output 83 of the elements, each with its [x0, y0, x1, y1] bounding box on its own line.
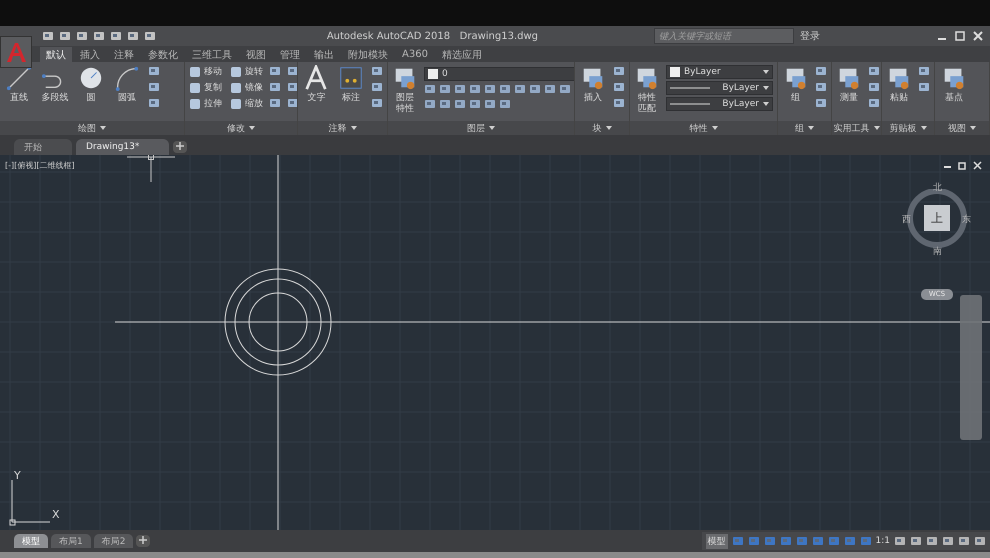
- app-logo[interactable]: [0, 36, 32, 68]
- viewport-label[interactable]: [-][俯视][二维线框]: [5, 160, 75, 171]
- caret-icon[interactable]: [920, 126, 926, 130]
- ribbon-tab[interactable]: 三维工具: [186, 47, 238, 62]
- panel-title[interactable]: 块: [592, 122, 602, 134]
- caret-icon[interactable]: [970, 126, 976, 130]
- restore-icon[interactable]: [958, 161, 967, 170]
- maximize-icon[interactable]: [954, 30, 966, 42]
- property-dropdown[interactable]: ByLayer: [666, 97, 773, 111]
- compass-label[interactable]: 西: [902, 213, 911, 226]
- compass-label[interactable]: 北: [933, 181, 942, 194]
- ribbon-tool-button[interactable]: 缩放: [230, 97, 263, 110]
- document-tab[interactable]: 开始: [14, 139, 72, 155]
- panel-title[interactable]: 特性: [690, 122, 708, 134]
- axis-label: X: [52, 508, 60, 521]
- ribbon-tab[interactable]: 精选应用: [436, 47, 488, 62]
- ribbon-tool-button[interactable]: 组: [782, 65, 809, 104]
- ribbon-tab[interactable]: A360: [396, 47, 434, 62]
- ribbon-tool-button[interactable]: 文字: [302, 65, 330, 104]
- document-tab[interactable]: Drawing13*: [76, 139, 170, 155]
- ribbon-tool-button[interactable]: 标注: [336, 65, 365, 104]
- ribbon-tool-button[interactable]: 移动: [189, 65, 222, 78]
- ribbon-tool-button[interactable]: 直线: [4, 65, 34, 104]
- ribbon-tab[interactable]: 管理: [274, 47, 306, 62]
- close-icon[interactable]: [973, 161, 982, 170]
- layout-tab[interactable]: 模型: [14, 534, 48, 548]
- panel-title[interactable]: 组: [795, 122, 804, 134]
- ribbon-tool-button[interactable]: 基点: [939, 65, 969, 104]
- close-icon[interactable]: [972, 30, 984, 42]
- layout-tab[interactable]: 布局1: [51, 534, 91, 548]
- ribbon-tool-button[interactable]: 特性匹配: [634, 65, 660, 115]
- ribbon-tab[interactable]: 默认: [40, 47, 72, 62]
- compass-label[interactable]: 南: [933, 245, 942, 258]
- caret-icon[interactable]: [808, 126, 814, 130]
- caret-icon[interactable]: [763, 102, 769, 106]
- caret-icon[interactable]: [763, 86, 769, 90]
- ribbon-tool-button[interactable]: 拉伸: [189, 97, 222, 110]
- caret-icon[interactable]: [763, 70, 769, 74]
- ribbon-tool-button[interactable]: 旋转: [230, 65, 263, 78]
- ribbon-tab[interactable]: 参数化: [142, 47, 184, 62]
- panel-title[interactable]: 修改: [227, 122, 245, 134]
- caret-icon[interactable]: [606, 126, 612, 130]
- panel-title[interactable]: 绘图: [78, 122, 96, 134]
- caret-icon[interactable]: [249, 126, 255, 130]
- caret-icon[interactable]: [874, 126, 880, 130]
- annotation-scale-button[interactable]: 1:1: [876, 536, 890, 546]
- linetype-sample-icon: [670, 87, 710, 89]
- cursor-drawing: [126, 155, 176, 182]
- ribbon-tab[interactable]: 视图: [240, 47, 272, 62]
- window-title: Autodesk AutoCAD 2018 Drawing13.dwg: [326, 30, 538, 42]
- ribbon-tool-button[interactable]: 镜像: [230, 81, 263, 94]
- caret-icon[interactable]: [489, 126, 495, 130]
- panel-title[interactable]: 注释: [328, 122, 346, 134]
- ribbon-tool-button[interactable]: 圆: [76, 65, 106, 104]
- ribbon-tool-button[interactable]: 复制: [189, 81, 222, 94]
- ribbon-tab[interactable]: 注释: [108, 47, 140, 62]
- property-dropdown[interactable]: ByLayer: [666, 81, 773, 95]
- ribbon-tool-button[interactable]: 圆弧: [112, 65, 142, 104]
- ribbon-tab[interactable]: 附加模块: [342, 47, 394, 62]
- compass-label[interactable]: 东: [962, 213, 971, 226]
- layout-tab[interactable]: 布局2: [94, 534, 134, 548]
- caret-icon[interactable]: [712, 126, 718, 130]
- new-layout-button[interactable]: [136, 535, 150, 547]
- property-dropdown[interactable]: 0: [424, 67, 574, 81]
- axis-label: Y: [14, 469, 21, 482]
- ribbon-tool-button[interactable]: 测量: [836, 65, 862, 104]
- ribbon-tab[interactable]: 插入: [74, 47, 106, 62]
- ribbon-tab[interactable]: 输出: [308, 47, 340, 62]
- caret-icon[interactable]: [100, 126, 106, 130]
- panel-title[interactable]: 图层: [467, 122, 485, 134]
- search-field[interactable]: 键入关键字或短语: [654, 28, 794, 44]
- viewcube-face[interactable]: 上: [924, 205, 950, 231]
- ribbon-tool-button[interactable]: 粘贴: [886, 65, 912, 104]
- linetype-sample-icon: [670, 103, 710, 105]
- caret-icon[interactable]: [350, 126, 356, 130]
- new-tab-button[interactable]: [173, 141, 188, 153]
- ucs-axis-icon: [10, 480, 50, 526]
- ribbon-tool-button[interactable]: 插入: [579, 65, 607, 104]
- model-space-button[interactable]: 模型: [706, 534, 728, 548]
- ribbon-tool-button[interactable]: 多段线: [40, 65, 70, 104]
- property-dropdown[interactable]: ByLayer: [666, 65, 773, 79]
- login-link[interactable]: 登录: [800, 29, 820, 43]
- ribbon-tool-button[interactable]: 图层特性: [392, 65, 418, 115]
